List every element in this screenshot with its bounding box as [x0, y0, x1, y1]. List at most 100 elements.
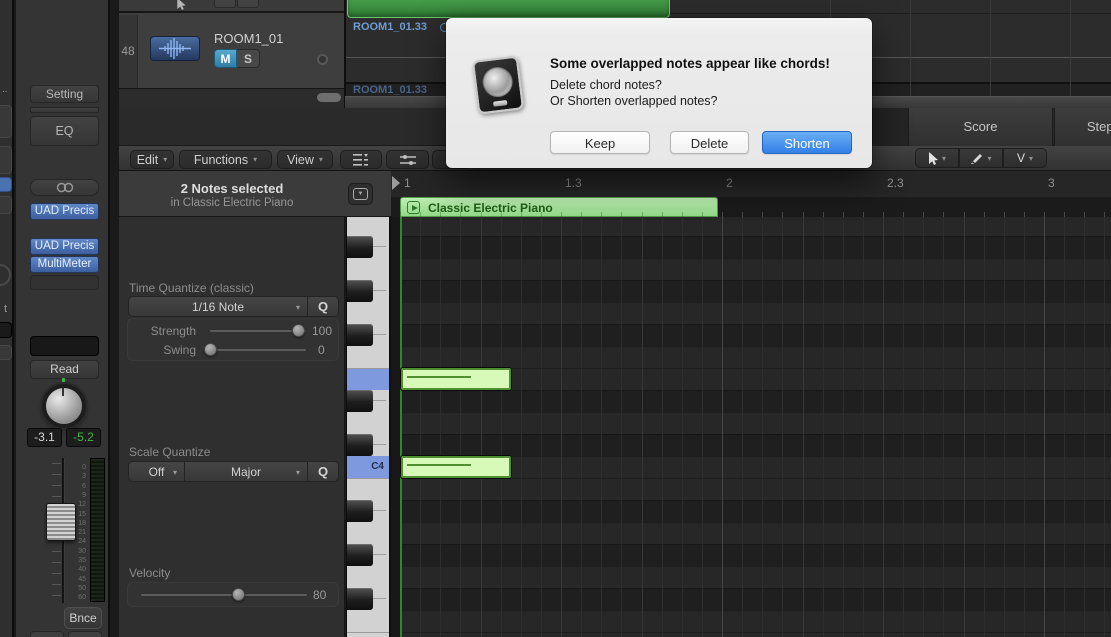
eq-button[interactable]: EQ — [30, 116, 99, 146]
tab-step-editor[interactable]: Step Editor — [1054, 108, 1111, 146]
piano-roll-grid[interactable] — [391, 217, 1111, 637]
piano-key-E3[interactable] — [347, 632, 389, 637]
piano-key-A#4[interactable] — [347, 236, 389, 258]
meter-scale: 0 3 6 9 12 15 18 21 24 30 35 40 45 50 60 — [68, 0, 86, 637]
swing-slider-track[interactable] — [210, 349, 306, 351]
partial-slot[interactable] — [0, 345, 12, 360]
view-menu[interactable]: View ▾ — [277, 150, 333, 169]
selection-info-header: 2 Notes selected in Classic Electric Pia… — [119, 171, 391, 217]
edit-menu[interactable]: Edit ▾ — [130, 150, 174, 169]
chevron-down-icon: ▾ — [318, 155, 323, 164]
output-display[interactable] — [30, 336, 99, 356]
piano-key-D4[interactable] — [347, 412, 389, 434]
time-quantize-value[interactable]: 1/16 Note ▾ — [129, 297, 308, 316]
playhead-marker[interactable] — [392, 176, 400, 190]
tab-score[interactable]: Score — [908, 108, 1053, 146]
velocity-tool-button[interactable]: V ▾ — [1003, 148, 1047, 168]
piano-key-C4[interactable]: C4 — [347, 456, 389, 478]
bar-ruler[interactable]: 1 1.3 2 2.3 3 — [391, 171, 1111, 197]
partial-slot[interactable] — [0, 196, 12, 214]
audio-waveform-icon[interactable] — [150, 36, 200, 61]
strength-slider-knob[interactable] — [292, 324, 305, 337]
scale-quantize-apply-button[interactable]: Q — [308, 462, 338, 481]
partial-slot[interactable] — [0, 105, 12, 138]
partial-knob[interactable] — [0, 264, 11, 286]
stereo-format-button[interactable] — [30, 179, 99, 196]
record-enable-circle[interactable] — [317, 54, 328, 65]
bounce-button[interactable]: Bnce — [64, 607, 102, 629]
piano-key-E4[interactable] — [347, 368, 389, 390]
region-play-button[interactable] — [407, 201, 420, 214]
track-header-partial[interactable] — [119, 0, 344, 13]
piano-key-G#4[interactable] — [347, 280, 389, 302]
solo-button[interactable]: S — [237, 49, 260, 68]
grid-line — [500, 217, 502, 637]
piano-key-B4[interactable] — [347, 217, 389, 236]
piano-key-G3[interactable] — [347, 566, 389, 588]
scale-root-dropdown[interactable]: Off ▾ — [129, 462, 185, 481]
pointer-tool-button[interactable]: ▾ — [915, 148, 959, 168]
grid-line — [601, 217, 603, 637]
piano-key-G4[interactable] — [347, 302, 389, 324]
midi-in-button[interactable] — [386, 150, 429, 169]
piano-key-B3[interactable] — [347, 478, 389, 500]
mute-button[interactable]: M — [214, 49, 237, 68]
solo-button-partial[interactable] — [237, 0, 259, 8]
partial-plugin-slot[interactable] — [0, 177, 12, 192]
velocity-slider-track[interactable] — [141, 594, 307, 596]
pencil-tool-button[interactable]: ▾ — [959, 148, 1003, 168]
solo-button-partial[interactable] — [68, 631, 102, 637]
mute-button-partial[interactable] — [214, 0, 236, 8]
time-quantize-dropdown[interactable]: 1/16 Note ▾ Q — [128, 296, 339, 317]
shorten-button[interactable]: Shorten — [762, 131, 852, 154]
midi-region-header[interactable]: Classic Electric Piano — [400, 197, 718, 217]
scale-mode-dropdown[interactable]: Major ▾ — [185, 462, 308, 481]
grid-line — [802, 217, 804, 637]
piano-key-F#3[interactable] — [347, 588, 389, 610]
piano-key-A4[interactable] — [347, 258, 389, 280]
swing-slider-knob[interactable] — [204, 343, 217, 356]
grid-line — [460, 217, 462, 637]
delete-button[interactable]: Delete — [670, 131, 749, 154]
piano-key-A#3[interactable] — [347, 500, 389, 522]
midi-note-C4[interactable] — [401, 456, 511, 478]
note-velocity-line — [407, 376, 471, 378]
play-icon — [411, 204, 418, 211]
chevron-down-icon: ▾ — [1029, 153, 1034, 163]
piano-key-F#4[interactable] — [347, 324, 389, 346]
key-separator-line — [373, 598, 386, 599]
arrange-grid-line — [910, 0, 911, 96]
insert-slot-3[interactable]: MultiMeter — [30, 256, 99, 273]
time-quantize-apply-button[interactable]: Q — [308, 297, 338, 316]
piano-key-G#3[interactable] — [347, 544, 389, 566]
fader-tick — [52, 562, 61, 563]
insert-slot-2[interactable]: UAD Precis — [30, 238, 99, 255]
piano-key-F4[interactable] — [347, 346, 389, 368]
time-quantize-label: Time Quantize (classic) — [129, 281, 254, 295]
meter-scale-label: 45 — [78, 575, 86, 583]
insert-slot-empty[interactable] — [30, 275, 99, 290]
velocity-slider-knob[interactable] — [232, 588, 245, 601]
piano-key-F3[interactable] — [347, 610, 389, 632]
partial-slot[interactable] — [0, 146, 12, 174]
partial-display — [0, 322, 12, 338]
keep-button[interactable]: Keep — [550, 131, 650, 154]
collapse-mode-button[interactable] — [340, 150, 382, 169]
mute-button-partial[interactable] — [30, 631, 64, 637]
selection-title: 2 Notes selected — [180, 181, 284, 196]
piano-key-A3[interactable] — [347, 522, 389, 544]
ruler-label: 2 — [726, 176, 733, 190]
horizontal-scrollbar[interactable] — [317, 93, 341, 102]
gain-mini-slot[interactable] — [30, 107, 99, 113]
grid-line — [943, 217, 945, 637]
piano-key-C#4[interactable] — [347, 434, 389, 456]
grid-line — [1044, 217, 1045, 637]
functions-menu[interactable]: Functions ▾ — [179, 150, 272, 169]
piano-key-D#4[interactable] — [347, 390, 389, 412]
audio-region-green[interactable] — [347, 0, 670, 18]
setting-button[interactable]: Setting — [30, 85, 99, 103]
automation-mode-button[interactable]: Read — [30, 360, 99, 379]
midi-note-E4[interactable] — [401, 368, 511, 390]
insert-slot-1[interactable]: UAD Precis — [30, 203, 99, 220]
inspector-disclosure-button[interactable]: ▼ — [348, 183, 373, 205]
